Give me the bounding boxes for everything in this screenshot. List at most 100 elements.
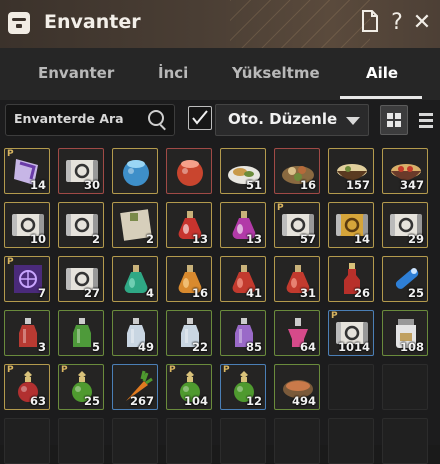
item-count: 494 bbox=[291, 394, 316, 408]
search-placeholder: Envanterde Ara bbox=[14, 111, 124, 126]
inventory-slot-empty[interactable] bbox=[112, 418, 158, 464]
premium-badge: P bbox=[223, 365, 230, 375]
inventory-slot-potion-red-small[interactable]: 13 bbox=[166, 202, 212, 248]
item-count: 64 bbox=[299, 340, 316, 354]
inventory-slot-empty[interactable] bbox=[382, 418, 428, 464]
tab-inci[interactable]: İnci bbox=[158, 64, 188, 82]
tab-envanter[interactable]: Envanter bbox=[38, 64, 114, 82]
inventory-slot-scroll-white[interactable]: P 57 bbox=[274, 202, 320, 248]
inventory-slot-scroll-white[interactable]: 29 bbox=[382, 202, 428, 248]
elixir-blue-icon bbox=[123, 160, 149, 186]
item-count: 51 bbox=[245, 178, 262, 192]
inventory-slot-empty[interactable] bbox=[328, 418, 374, 464]
active-tab-indicator bbox=[340, 96, 422, 99]
inventory-slot-potion-green-flask[interactable]: 4 bbox=[112, 256, 158, 302]
inventory-slot-letter[interactable]: 2 bbox=[112, 202, 158, 248]
inventory-slot-bottle-red[interactable]: 3 bbox=[4, 310, 50, 356]
inventory-slot-empty[interactable] bbox=[58, 418, 104, 464]
inventory-slot-potion-orange[interactable]: 16 bbox=[166, 256, 212, 302]
inventory-slot-empty[interactable] bbox=[4, 418, 50, 464]
item-count: 347 bbox=[399, 178, 424, 192]
inventory-slot-empty[interactable] bbox=[274, 418, 320, 464]
item-count: 27 bbox=[83, 286, 100, 300]
inventory-slot-food-bowl[interactable]: 157 bbox=[328, 148, 374, 194]
inventory-window: Envanter ? ✕ Envanter İnci Yükseltme Ail… bbox=[0, 0, 440, 464]
item-count: 14 bbox=[29, 178, 46, 192]
premium-badge: P bbox=[331, 311, 338, 321]
item-count: 63 bbox=[29, 394, 46, 408]
item-count: 16 bbox=[191, 286, 208, 300]
inventory-slot-jar-white[interactable]: 108 bbox=[382, 310, 428, 356]
item-count: 25 bbox=[83, 394, 100, 408]
search-input[interactable]: Envanterde Ara bbox=[5, 104, 175, 136]
item-count: 13 bbox=[191, 232, 208, 246]
item-count: 16 bbox=[299, 178, 316, 192]
auto-sort-dropdown[interactable]: Oto. Düzenle bbox=[215, 104, 369, 136]
inventory-slot-scroll-white[interactable]: 30 bbox=[58, 148, 104, 194]
premium-badge: P bbox=[61, 365, 68, 375]
inventory-slot-scroll-purple-book[interactable]: P7 bbox=[4, 256, 50, 302]
inventory-slot-potion-red-tall[interactable]: 26 bbox=[328, 256, 374, 302]
inventory-slot-empty[interactable] bbox=[220, 418, 266, 464]
inventory-slot-elixir-blue[interactable] bbox=[112, 148, 158, 194]
inventory-slot-potion-purple[interactable]: 13 bbox=[220, 202, 266, 248]
chevron-down-icon bbox=[346, 117, 360, 125]
item-count: 3 bbox=[37, 340, 46, 354]
inventory-slot-potion-red-flask[interactable]: 41 bbox=[220, 256, 266, 302]
help-button[interactable]: ? bbox=[385, 10, 409, 36]
item-count: 7 bbox=[37, 286, 46, 300]
premium-badge: P bbox=[277, 203, 284, 213]
inventory-slot-potion-red-flask[interactable]: 31 bbox=[274, 256, 320, 302]
auto-sort-checkbox[interactable] bbox=[188, 106, 212, 130]
tab-bar: Envanter İnci Yükseltme Aile bbox=[0, 48, 440, 101]
inventory-slot-scroll-gold[interactable]: 14 bbox=[328, 202, 374, 248]
inventory-slot-bottle-white[interactable]: 49 bbox=[112, 310, 158, 356]
inventory-slot-scroll-purple[interactable]: P 14 bbox=[4, 148, 50, 194]
inventory-slot-food-plate[interactable]: 51 bbox=[220, 148, 266, 194]
item-count: 22 bbox=[191, 340, 208, 354]
inventory-slot-scroll-white[interactable]: 2 bbox=[58, 202, 104, 248]
inventory-slot-empty[interactable] bbox=[166, 418, 212, 464]
inventory-slot-scroll-white[interactable]: P 1014 bbox=[328, 310, 374, 356]
inventory-slot-potion-ornate-green[interactable]: P 104 bbox=[166, 364, 212, 410]
inventory-slot-scroll-white[interactable]: 10 bbox=[4, 202, 50, 248]
inventory-slot-potion-blue-tube[interactable]: 25 bbox=[382, 256, 428, 302]
inventory-slot-bottle-white[interactable]: 22 bbox=[166, 310, 212, 356]
close-button[interactable]: ✕ bbox=[410, 10, 434, 36]
item-count: 57 bbox=[299, 232, 316, 246]
item-count: 10 bbox=[29, 232, 46, 246]
window-title: Envanter bbox=[44, 11, 141, 33]
item-count: 2 bbox=[91, 232, 100, 246]
inventory-slot-potion-ornate-red[interactable]: P 63 bbox=[4, 364, 50, 410]
item-count: 2 bbox=[145, 232, 154, 246]
bag-icon bbox=[8, 12, 30, 34]
inventory-slot-bowl-grain[interactable]: 494 bbox=[274, 364, 320, 410]
inventory-slot-elixir-red[interactable] bbox=[166, 148, 212, 194]
document-icon[interactable] bbox=[358, 10, 382, 36]
inventory-slot-empty[interactable] bbox=[382, 364, 428, 410]
premium-badge: P bbox=[7, 365, 14, 375]
inventory-slot-food-platter[interactable]: 16 bbox=[274, 148, 320, 194]
title-bar[interactable]: Envanter ? ✕ bbox=[0, 0, 440, 48]
inventory-grid: P 14 30 51 16 157 347 10 2 2 13 13 P 57 14 29 P 7 27 4 16 41 3… bbox=[0, 142, 440, 464]
elixir-red-icon bbox=[177, 160, 203, 186]
inventory-slot-bottle-green[interactable]: 5 bbox=[58, 310, 104, 356]
checkmark-icon bbox=[192, 110, 208, 125]
inventory-slot-potion-ornate-green[interactable]: P 25 bbox=[58, 364, 104, 410]
inventory-slot-carrot[interactable]: 267 bbox=[112, 364, 158, 410]
search-icon[interactable] bbox=[148, 110, 164, 126]
tab-yukseltme[interactable]: Yükseltme bbox=[232, 64, 320, 82]
item-count: 14 bbox=[353, 232, 370, 246]
inventory-slot-potion-ornate-green[interactable]: P 12 bbox=[220, 364, 266, 410]
item-count: 31 bbox=[299, 286, 316, 300]
list-view-button[interactable] bbox=[414, 108, 440, 132]
tab-aile[interactable]: Aile bbox=[366, 64, 398, 82]
grid-view-button[interactable] bbox=[380, 105, 408, 135]
inventory-slot-bottle-purple[interactable]: 85 bbox=[220, 310, 266, 356]
item-count: 13 bbox=[245, 232, 262, 246]
inventory-slot-scroll-white[interactable]: 27 bbox=[58, 256, 104, 302]
inventory-slot-empty[interactable] bbox=[328, 364, 374, 410]
inventory-slot-food-bowl-red[interactable]: 347 bbox=[382, 148, 428, 194]
inventory-slot-bottle-pink[interactable]: 64 bbox=[274, 310, 320, 356]
item-count: 26 bbox=[353, 286, 370, 300]
